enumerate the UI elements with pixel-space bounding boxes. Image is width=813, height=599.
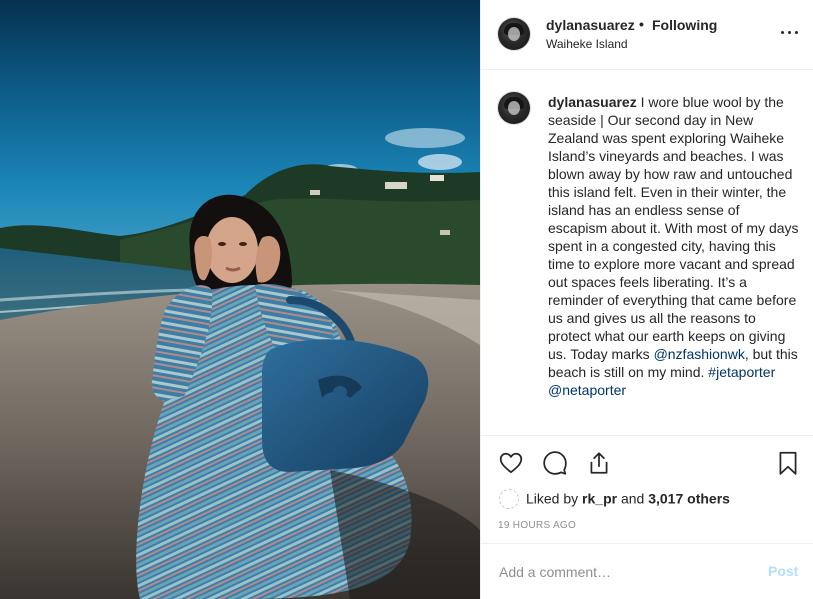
- comment-input[interactable]: [499, 558, 749, 586]
- author-username[interactable]: dylanasuarez: [546, 17, 635, 33]
- liker-username[interactable]: rk_pr: [582, 491, 617, 507]
- likes-others-count[interactable]: 3,017 others: [648, 491, 730, 507]
- more-options-icon[interactable]: [780, 24, 800, 40]
- mention-netaporter[interactable]: @netaporter: [548, 382, 626, 398]
- hashtag-jetaporter[interactable]: #jetaporter: [708, 364, 775, 380]
- post-header: dylanasuarez • Following Waiheke Island: [481, 0, 813, 70]
- action-bar: [481, 436, 813, 486]
- post-comment-button[interactable]: Post: [768, 563, 798, 579]
- post-location[interactable]: Waiheke Island: [546, 37, 628, 51]
- comment-bubble-icon[interactable]: [542, 450, 568, 476]
- post-photo[interactable]: [0, 0, 480, 599]
- header-separator: •: [639, 16, 644, 32]
- liked-by-label: Liked by: [526, 490, 579, 507]
- avatar-face: [508, 27, 520, 41]
- add-comment-bar: Post: [481, 543, 813, 599]
- bookmark-icon[interactable]: [775, 450, 801, 476]
- author-avatar[interactable]: [498, 18, 530, 50]
- post-caption: dylanasuarez I wore blue wool by the sea…: [548, 93, 800, 399]
- caption-author-avatar[interactable]: [498, 92, 530, 124]
- share-icon[interactable]: [586, 450, 612, 476]
- photo-illustration: [0, 0, 480, 599]
- likes-summary: Liked by rk_pr and 3,017 others: [499, 489, 730, 509]
- post-timestamp[interactable]: 19 HOURS AGO: [498, 520, 576, 531]
- heart-icon[interactable]: [498, 450, 524, 476]
- comments-section: dylanasuarez I wore blue wool by the sea…: [481, 70, 813, 436]
- likes-conj: and: [620, 490, 645, 507]
- avatar-face: [508, 101, 520, 115]
- mention-nzfashionwk[interactable]: @nzfashionwk: [654, 346, 745, 362]
- liker-avatar[interactable]: [499, 489, 519, 509]
- following-button[interactable]: Following: [652, 17, 717, 33]
- caption-text: I wore blue wool by the seaside | Our se…: [548, 94, 799, 362]
- post-detail-panel: dylanasuarez • Following Waiheke Island …: [480, 0, 813, 599]
- caption-username[interactable]: dylanasuarez: [548, 94, 637, 110]
